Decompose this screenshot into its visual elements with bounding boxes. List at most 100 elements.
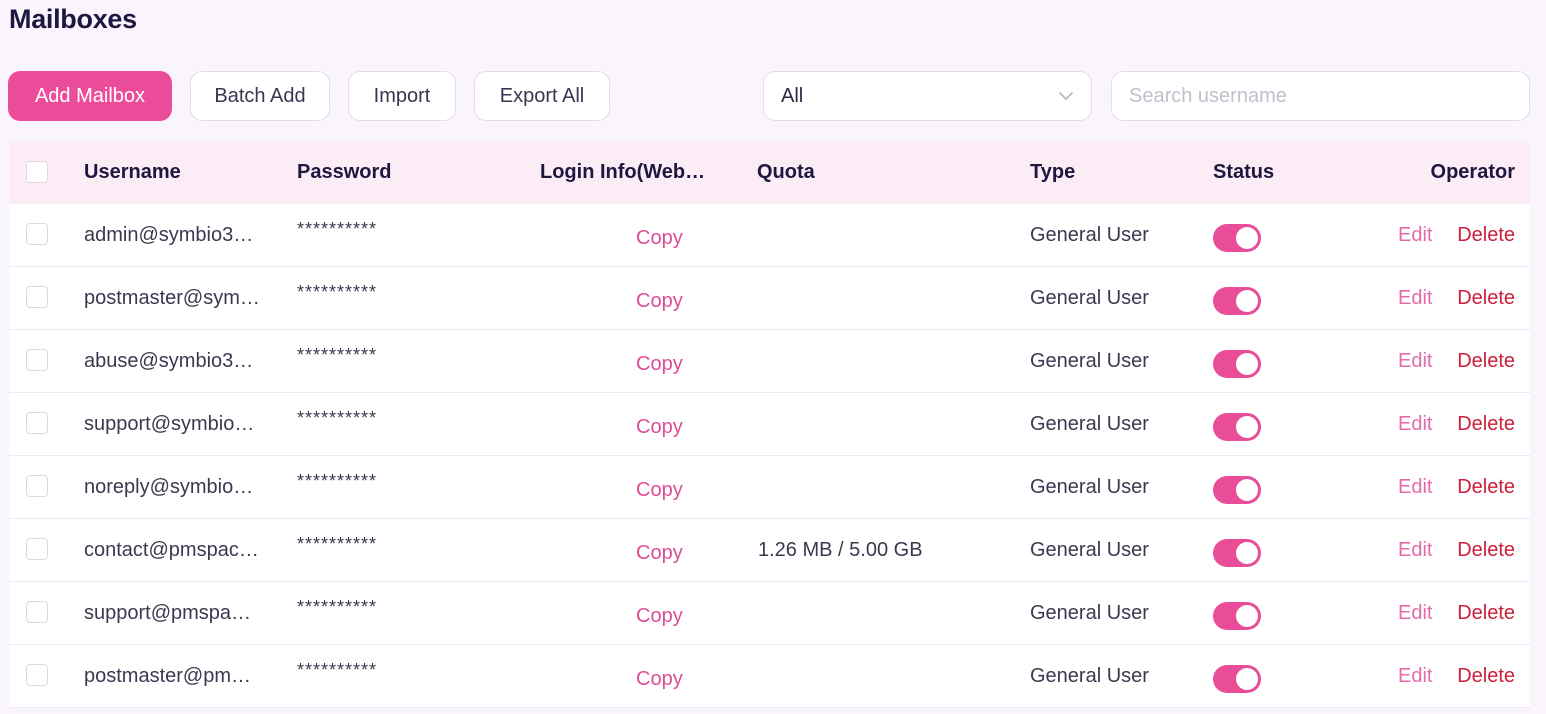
username-cell: abuse@symbio3… (84, 350, 254, 372)
add-mailbox-button[interactable]: Add Mailbox (8, 71, 172, 121)
password-cell: ********** (297, 534, 378, 554)
delete-link[interactable]: Delete (1457, 393, 1515, 456)
toggle-knob (1236, 353, 1258, 375)
type-cell: General User (1030, 413, 1149, 435)
edit-link[interactable]: Edit (1398, 582, 1432, 645)
password-cell: ********** (297, 597, 378, 617)
copy-login-link[interactable]: Copy (636, 333, 683, 396)
password-cell: ********** (297, 345, 378, 365)
status-toggle[interactable] (1213, 665, 1261, 693)
type-cell: General User (1030, 224, 1149, 246)
delete-link[interactable]: Delete (1457, 582, 1515, 645)
page-title: Mailboxes (9, 4, 137, 34)
mailbox-table: Username Password Login Info(Web… Quota … (9, 141, 1530, 708)
status-toggle[interactable] (1213, 413, 1261, 441)
username-cell: support@pmspa… (84, 602, 252, 624)
delete-link[interactable]: Delete (1457, 330, 1515, 393)
table-row: postmaster@sym… ********** Copy General Use… (9, 267, 1530, 330)
username-cell: noreply@symbio… (84, 476, 254, 498)
username-cell: postmaster@pm… (84, 665, 252, 687)
copy-login-link[interactable]: Copy (636, 648, 683, 711)
copy-login-link[interactable]: Copy (636, 270, 683, 333)
row-checkbox[interactable] (26, 538, 48, 560)
toggle-knob (1236, 227, 1258, 249)
password-cell: ********** (297, 408, 378, 428)
row-checkbox[interactable] (26, 286, 48, 308)
toolbar: Add Mailbox Batch Add Import Export All … (0, 71, 1546, 123)
toggle-knob (1236, 542, 1258, 564)
edit-link[interactable]: Edit (1398, 456, 1432, 519)
column-header-operator: Operator (1430, 161, 1515, 183)
type-filter-value: All (781, 84, 804, 107)
type-cell: General User (1030, 602, 1149, 624)
export-all-button[interactable]: Export All (474, 71, 610, 121)
status-toggle[interactable] (1213, 602, 1261, 630)
password-cell: ********** (297, 282, 378, 302)
row-checkbox[interactable] (26, 475, 48, 497)
table-body: admin@symbio3… ********** Copy General User… (9, 204, 1530, 708)
delete-link[interactable]: Delete (1457, 456, 1515, 519)
copy-login-link[interactable]: Copy (636, 522, 683, 585)
password-cell: ********** (297, 219, 378, 239)
toggle-knob (1236, 416, 1258, 438)
status-toggle[interactable] (1213, 476, 1261, 504)
table-row: postmaster@pm… ********** Copy General User… (9, 645, 1530, 708)
table-row: abuse@symbio3… ********** Copy General User… (9, 330, 1530, 393)
status-toggle[interactable] (1213, 350, 1261, 378)
type-cell: General User (1030, 350, 1149, 372)
toggle-knob (1236, 290, 1258, 312)
column-header-quota[interactable]: Quota (757, 141, 815, 204)
delete-link[interactable]: Delete (1457, 267, 1515, 330)
type-filter-select[interactable]: All (763, 71, 1092, 121)
status-toggle[interactable] (1213, 287, 1261, 315)
edit-link[interactable]: Edit (1398, 204, 1432, 267)
copy-login-link[interactable]: Copy (636, 396, 683, 459)
table-row: contact@pmspac… ********** Copy 1.26 MB / 5… (9, 519, 1530, 582)
password-cell: ********** (297, 660, 378, 680)
table-row: admin@symbio3… ********** Copy General User… (9, 204, 1530, 267)
import-button[interactable]: Import (348, 71, 456, 121)
type-cell: General User (1030, 539, 1149, 561)
password-cell: ********** (297, 471, 378, 491)
type-cell: General User (1030, 287, 1149, 309)
table-header: Username Password Login Info(Web… Quota … (9, 141, 1530, 204)
type-cell: General User (1030, 665, 1149, 687)
copy-login-link[interactable]: Copy (636, 585, 683, 648)
username-cell: support@symbio… (84, 413, 255, 435)
toggle-knob (1236, 605, 1258, 627)
column-header-type: Type (1030, 161, 1076, 183)
select-all-checkbox[interactable] (26, 161, 48, 183)
status-toggle[interactable] (1213, 539, 1261, 567)
table-row: noreply@symbio… ********** Copy General Use… (9, 456, 1530, 519)
row-checkbox[interactable] (26, 223, 48, 245)
copy-login-link[interactable]: Copy (636, 459, 683, 522)
edit-link[interactable]: Edit (1398, 330, 1432, 393)
username-cell: postmaster@sym… (84, 287, 260, 309)
column-header-password: Password (297, 161, 392, 183)
status-toggle[interactable] (1213, 224, 1261, 252)
row-checkbox[interactable] (26, 664, 48, 686)
toggle-knob (1236, 479, 1258, 501)
delete-link[interactable]: Delete (1457, 519, 1515, 582)
mailboxes-page: Mailboxes Add Mailbox Batch Add Import E… (0, 0, 1546, 714)
edit-link[interactable]: Edit (1398, 645, 1432, 708)
column-header-login-info: Login Info(Web… (540, 161, 706, 183)
column-header-status: Status (1213, 161, 1275, 183)
edit-link[interactable]: Edit (1398, 267, 1432, 330)
quota-cell: 1.26 MB / 5.00 GB (758, 539, 923, 561)
row-checkbox[interactable] (26, 412, 48, 434)
edit-link[interactable]: Edit (1398, 393, 1432, 456)
row-checkbox[interactable] (26, 601, 48, 623)
copy-login-link[interactable]: Copy (636, 207, 683, 270)
table-row: support@symbio… ********** Copy General Use… (9, 393, 1530, 456)
username-cell: contact@pmspac… (84, 539, 259, 561)
delete-link[interactable]: Delete (1457, 645, 1515, 708)
column-header-username[interactable]: Username (84, 141, 181, 204)
toggle-knob (1236, 668, 1258, 690)
search-username-input[interactable] (1111, 71, 1530, 121)
edit-link[interactable]: Edit (1398, 519, 1432, 582)
row-checkbox[interactable] (26, 349, 48, 371)
delete-link[interactable]: Delete (1457, 204, 1515, 267)
batch-add-button[interactable]: Batch Add (190, 71, 330, 121)
table-row: support@pmspa… ********** Copy General User… (9, 582, 1530, 645)
